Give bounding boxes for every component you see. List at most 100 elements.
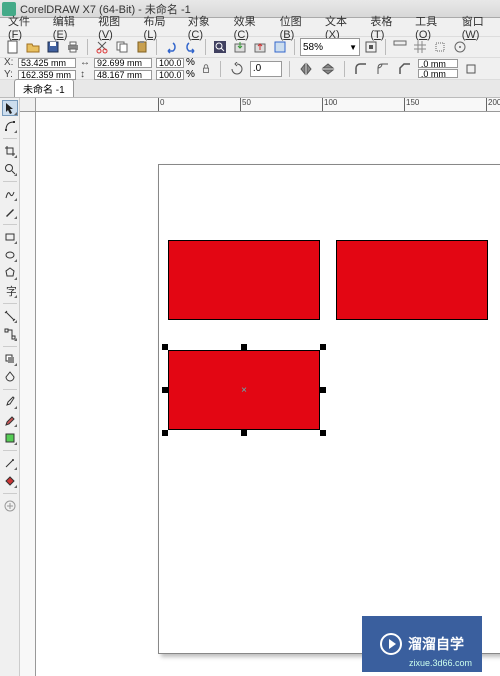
separator [205, 39, 206, 55]
scale-x-input[interactable] [156, 58, 184, 68]
show-guides-button[interactable] [431, 38, 449, 56]
watermark: 溜溜自学 zixue.3d66.com [362, 616, 482, 672]
corner-radius-2-input[interactable] [418, 69, 458, 78]
main-area: 字 0 50 100 150 200 [0, 98, 500, 676]
interactive-fill-tool[interactable] [2, 412, 18, 428]
selection-handle-nw[interactable] [162, 344, 168, 350]
rectangle-tool[interactable] [2, 229, 18, 245]
x-position-input[interactable] [18, 58, 76, 68]
snap-button[interactable] [451, 38, 469, 56]
smart-fill-tool[interactable] [2, 430, 18, 446]
freehand-tool[interactable] [2, 186, 18, 202]
lock-ratio-button[interactable] [199, 62, 213, 76]
chamfer-corner-button[interactable] [396, 60, 414, 78]
width-input[interactable] [94, 58, 152, 68]
drop-shadow-tool[interactable] [2, 351, 18, 367]
menu-bitmap[interactable]: 位图(B) [280, 13, 315, 41]
rectangle-shape[interactable] [168, 240, 320, 320]
corner-radius-group [418, 59, 458, 78]
new-button[interactable] [4, 38, 22, 56]
property-bar: X: Y: ↔ ↕ % % [0, 58, 500, 80]
color-eyedropper-tool[interactable] [2, 394, 18, 410]
round-corner-button[interactable] [352, 60, 370, 78]
outline-pen-tool[interactable] [2, 455, 18, 471]
print-button[interactable] [64, 38, 82, 56]
ellipse-tool[interactable] [2, 247, 18, 263]
separator [289, 61, 290, 77]
watermark-url: zixue.3d66.com [409, 658, 472, 668]
shape-tool[interactable] [2, 118, 18, 134]
ruler-origin[interactable] [20, 98, 36, 112]
paste-button[interactable] [133, 38, 151, 56]
fullscreen-button[interactable] [362, 38, 380, 56]
selection-handle-e[interactable] [320, 387, 326, 393]
width-icon: ↔ [80, 57, 92, 68]
export-button[interactable] [251, 38, 269, 56]
selection-handle-se[interactable] [320, 430, 326, 436]
menu-text[interactable]: 文本(X) [325, 13, 360, 41]
selection-handle-n[interactable] [241, 344, 247, 350]
quick-customize-button[interactable] [2, 498, 18, 514]
publish-button[interactable] [271, 38, 289, 56]
corner-radius-1-input[interactable] [418, 59, 458, 68]
zoom-tool[interactable] [2, 161, 18, 177]
horizontal-ruler[interactable]: 0 50 100 150 200 [36, 98, 500, 112]
mirror-h-button[interactable] [297, 60, 315, 78]
canvas[interactable]: × 溜溜自学 zixue.3d66.com [36, 112, 500, 676]
menu-object[interactable]: 对象(C) [188, 13, 224, 41]
undo-button[interactable] [162, 38, 180, 56]
artistic-media-tool[interactable] [2, 204, 18, 220]
scallop-corner-button[interactable] [374, 60, 392, 78]
parallel-dimension-tool[interactable] [2, 308, 18, 324]
selection-handle-sw[interactable] [162, 430, 168, 436]
save-button[interactable] [44, 38, 62, 56]
relative-corner-button[interactable] [462, 60, 480, 78]
cut-button[interactable] [93, 38, 111, 56]
mirror-v-button[interactable] [319, 60, 337, 78]
show-grid-button[interactable] [411, 38, 429, 56]
play-icon [380, 633, 402, 655]
y-position-input[interactable] [18, 70, 76, 80]
selection-center-icon[interactable]: × [240, 386, 248, 394]
zoom-level-combo[interactable]: 58%▼ [300, 38, 360, 56]
search-button[interactable] [211, 38, 229, 56]
document-tab[interactable]: 未命名 -1 [14, 79, 74, 97]
menu-file[interactable]: 文件(F) [8, 13, 43, 41]
document-tabs: 未命名 -1 [0, 80, 500, 98]
import-button[interactable] [231, 38, 249, 56]
menu-table[interactable]: 表格(T) [370, 13, 405, 41]
fill-tool[interactable] [2, 473, 18, 489]
show-rulers-button[interactable] [391, 38, 409, 56]
size-group: ↔ ↕ [80, 57, 152, 80]
connector-tool[interactable] [2, 326, 18, 342]
crop-tool[interactable] [2, 143, 18, 159]
selection-handle-w[interactable] [162, 387, 168, 393]
menu-view[interactable]: 视图(V) [98, 13, 133, 41]
separator [344, 61, 345, 77]
separator [294, 39, 295, 55]
menu-effects[interactable]: 效果(C) [234, 13, 270, 41]
toolbox: 字 [0, 98, 20, 676]
vertical-ruler[interactable] [20, 112, 36, 676]
copy-button[interactable] [113, 38, 131, 56]
position-group: X: Y: [4, 57, 76, 80]
height-icon: ↕ [80, 69, 92, 80]
menu-tools[interactable]: 工具(O) [415, 13, 452, 41]
pick-tool[interactable] [2, 100, 18, 116]
selection-handle-s[interactable] [241, 430, 247, 436]
rotation-input[interactable] [250, 61, 282, 77]
separator [87, 39, 88, 55]
menu-edit[interactable]: 编辑(E) [53, 13, 88, 41]
selection-handle-ne[interactable] [320, 344, 326, 350]
menubar: 文件(F) 编辑(E) 视图(V) 布局(L) 对象(C) 效果(C) 位图(B… [0, 18, 500, 36]
open-button[interactable] [24, 38, 42, 56]
rectangle-shape[interactable] [336, 240, 488, 320]
scale-y-input[interactable] [156, 70, 184, 80]
redo-button[interactable] [182, 38, 200, 56]
height-input[interactable] [94, 70, 152, 80]
transparency-tool[interactable] [2, 369, 18, 385]
polygon-tool[interactable] [2, 265, 18, 281]
menu-window[interactable]: 窗口(W) [462, 13, 500, 41]
text-tool[interactable]: 字 [2, 283, 18, 299]
menu-layout[interactable]: 布局(L) [144, 13, 178, 41]
